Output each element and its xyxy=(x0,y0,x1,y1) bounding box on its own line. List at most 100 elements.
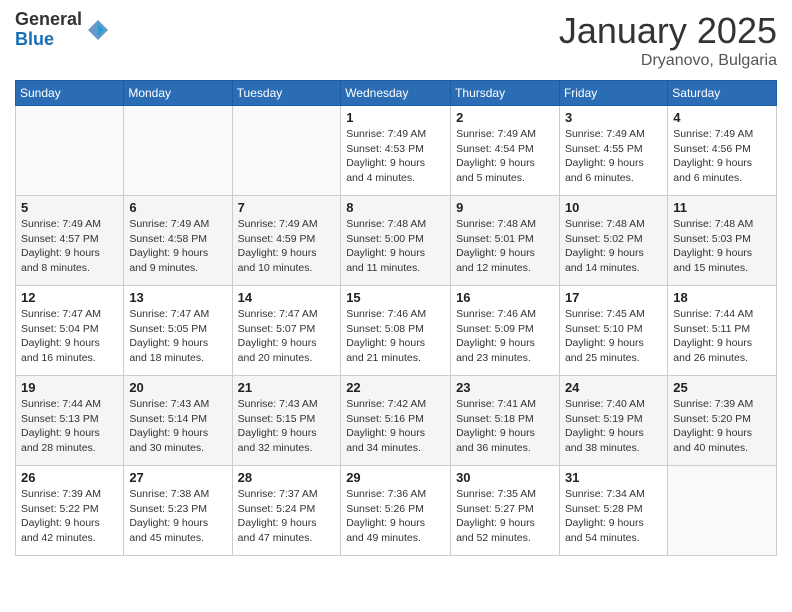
calendar-week-row: 19 Sunrise: 7:44 AMSunset: 5:13 PMDayligh… xyxy=(16,376,777,466)
day-number: 5 xyxy=(21,200,118,215)
day-info: Sunrise: 7:48 AMSunset: 5:01 PMDaylight:… xyxy=(456,217,554,276)
calendar-cell: 5 Sunrise: 7:49 AMSunset: 4:57 PMDaylight… xyxy=(16,196,124,286)
day-info: Sunrise: 7:39 AMSunset: 5:20 PMDaylight:… xyxy=(673,397,771,456)
calendar-cell: 31 Sunrise: 7:34 AMSunset: 5:28 PMDayligh… xyxy=(559,466,667,556)
calendar-cell: 30 Sunrise: 7:35 AMSunset: 5:27 PMDayligh… xyxy=(451,466,560,556)
day-info: Sunrise: 7:39 AMSunset: 5:22 PMDaylight:… xyxy=(21,487,118,546)
day-info: Sunrise: 7:49 AMSunset: 4:53 PMDaylight:… xyxy=(346,127,445,186)
day-info: Sunrise: 7:47 AMSunset: 5:07 PMDaylight:… xyxy=(238,307,336,366)
calendar-cell: 11Sunrise: 7:48 AMSunset: 5:03 PMDayligh… xyxy=(668,196,777,286)
calendar-cell: 12 Sunrise: 7:47 AMSunset: 5:04 PMDayligh… xyxy=(16,286,124,376)
day-info: Sunrise: 7:48 AMSunset: 5:02 PMDaylight:… xyxy=(565,217,662,276)
col-thursday: Thursday xyxy=(451,81,560,106)
calendar-cell: 26 Sunrise: 7:39 AMSunset: 5:22 PMDayligh… xyxy=(16,466,124,556)
day-info: Sunrise: 7:47 AMSunset: 5:04 PMDaylight:… xyxy=(21,307,118,366)
calendar-cell: 19 Sunrise: 7:44 AMSunset: 5:13 PMDayligh… xyxy=(16,376,124,466)
day-number: 16 xyxy=(456,290,554,305)
calendar-table: Sunday Monday Tuesday Wednesday Thursday… xyxy=(15,80,777,556)
day-number: 23 xyxy=(456,380,554,395)
calendar-cell: 18 Sunrise: 7:44 AMSunset: 5:11 PMDayligh… xyxy=(668,286,777,376)
calendar-cell: 21 Sunrise: 7:43 AMSunset: 5:15 PMDayligh… xyxy=(232,376,341,466)
main-container: General Blue January 2025 Dryanovo, Bulg… xyxy=(0,0,792,566)
day-number: 15 xyxy=(346,290,445,305)
calendar-cell: 27 Sunrise: 7:38 AMSunset: 5:23 PMDayligh… xyxy=(124,466,232,556)
day-info: Sunrise: 7:44 AMSunset: 5:11 PMDaylight:… xyxy=(673,307,771,366)
logo: General Blue xyxy=(15,10,112,50)
calendar-cell: 17Sunrise: 7:45 AMSunset: 5:10 PMDayligh… xyxy=(559,286,667,376)
calendar-cell: 15Sunrise: 7:46 AMSunset: 5:08 PMDayligh… xyxy=(341,286,451,376)
day-number: 21 xyxy=(238,380,336,395)
day-info: Sunrise: 7:49 AMSunset: 4:56 PMDaylight:… xyxy=(673,127,771,186)
calendar-cell xyxy=(16,106,124,196)
logo-icon xyxy=(84,16,112,44)
day-info: Sunrise: 7:46 AMSunset: 5:09 PMDaylight:… xyxy=(456,307,554,366)
day-info: Sunrise: 7:43 AMSunset: 5:14 PMDaylight:… xyxy=(129,397,226,456)
day-number: 26 xyxy=(21,470,118,485)
calendar-cell: 7 Sunrise: 7:49 AMSunset: 4:59 PMDaylight… xyxy=(232,196,341,286)
calendar-cell: 24Sunrise: 7:40 AMSunset: 5:19 PMDayligh… xyxy=(559,376,667,466)
day-number: 18 xyxy=(673,290,771,305)
day-info: Sunrise: 7:38 AMSunset: 5:23 PMDaylight:… xyxy=(129,487,226,546)
header: General Blue January 2025 Dryanovo, Bulg… xyxy=(15,10,777,70)
day-number: 27 xyxy=(129,470,226,485)
logo-general-text: General xyxy=(15,9,82,29)
day-number: 11 xyxy=(673,200,771,215)
col-tuesday: Tuesday xyxy=(232,81,341,106)
day-number: 29 xyxy=(346,470,445,485)
day-number: 19 xyxy=(21,380,118,395)
calendar-cell: 4 Sunrise: 7:49 AMSunset: 4:56 PMDaylight… xyxy=(668,106,777,196)
day-number: 25 xyxy=(673,380,771,395)
calendar-cell: 25 Sunrise: 7:39 AMSunset: 5:20 PMDayligh… xyxy=(668,376,777,466)
calendar-cell: 6Sunrise: 7:49 AMSunset: 4:58 PMDaylight… xyxy=(124,196,232,286)
day-info: Sunrise: 7:49 AMSunset: 4:59 PMDaylight:… xyxy=(238,217,336,276)
calendar-cell: 20 Sunrise: 7:43 AMSunset: 5:14 PMDayligh… xyxy=(124,376,232,466)
calendar-cell: 3Sunrise: 7:49 AMSunset: 4:55 PMDaylight… xyxy=(559,106,667,196)
day-info: Sunrise: 7:37 AMSunset: 5:24 PMDaylight:… xyxy=(238,487,336,546)
day-number: 12 xyxy=(21,290,118,305)
calendar-week-row: 1Sunrise: 7:49 AMSunset: 4:53 PMDaylight… xyxy=(16,106,777,196)
calendar-cell: 22 Sunrise: 7:42 AMSunset: 5:16 PMDayligh… xyxy=(341,376,451,466)
day-number: 30 xyxy=(456,470,554,485)
calendar-cell: 23Sunrise: 7:41 AMSunset: 5:18 PMDayligh… xyxy=(451,376,560,466)
title-block: January 2025 Dryanovo, Bulgaria xyxy=(559,10,777,70)
col-wednesday: Wednesday xyxy=(341,81,451,106)
day-info: Sunrise: 7:44 AMSunset: 5:13 PMDaylight:… xyxy=(21,397,118,456)
calendar-cell: 14 Sunrise: 7:47 AMSunset: 5:07 PMDayligh… xyxy=(232,286,341,376)
day-info: Sunrise: 7:49 AMSunset: 4:55 PMDaylight:… xyxy=(565,127,662,186)
calendar-cell: 16 Sunrise: 7:46 AMSunset: 5:09 PMDayligh… xyxy=(451,286,560,376)
day-info: Sunrise: 7:49 AMSunset: 4:57 PMDaylight:… xyxy=(21,217,118,276)
day-number: 7 xyxy=(238,200,336,215)
calendar-cell: 29 Sunrise: 7:36 AMSunset: 5:26 PMDayligh… xyxy=(341,466,451,556)
day-number: 22 xyxy=(346,380,445,395)
calendar-cell xyxy=(124,106,232,196)
day-number: 31 xyxy=(565,470,662,485)
day-info: Sunrise: 7:42 AMSunset: 5:16 PMDaylight:… xyxy=(346,397,445,456)
day-info: Sunrise: 7:49 AMSunset: 4:54 PMDaylight:… xyxy=(456,127,554,186)
day-number: 20 xyxy=(129,380,226,395)
day-info: Sunrise: 7:49 AMSunset: 4:58 PMDaylight:… xyxy=(129,217,226,276)
day-info: Sunrise: 7:34 AMSunset: 5:28 PMDaylight:… xyxy=(565,487,662,546)
day-info: Sunrise: 7:47 AMSunset: 5:05 PMDaylight:… xyxy=(129,307,226,366)
day-info: Sunrise: 7:43 AMSunset: 5:15 PMDaylight:… xyxy=(238,397,336,456)
calendar-week-row: 12 Sunrise: 7:47 AMSunset: 5:04 PMDayligh… xyxy=(16,286,777,376)
logo-blue-text: Blue xyxy=(15,29,54,49)
location: Dryanovo, Bulgaria xyxy=(559,52,777,70)
day-number: 28 xyxy=(238,470,336,485)
calendar-week-row: 26 Sunrise: 7:39 AMSunset: 5:22 PMDayligh… xyxy=(16,466,777,556)
day-number: 10 xyxy=(565,200,662,215)
calendar-cell: 2Sunrise: 7:49 AMSunset: 4:54 PMDaylight… xyxy=(451,106,560,196)
day-info: Sunrise: 7:35 AMSunset: 5:27 PMDaylight:… xyxy=(456,487,554,546)
col-saturday: Saturday xyxy=(668,81,777,106)
day-number: 9 xyxy=(456,200,554,215)
day-info: Sunrise: 7:36 AMSunset: 5:26 PMDaylight:… xyxy=(346,487,445,546)
calendar-cell: 9 Sunrise: 7:48 AMSunset: 5:01 PMDaylight… xyxy=(451,196,560,286)
col-monday: Monday xyxy=(124,81,232,106)
calendar-cell xyxy=(232,106,341,196)
day-number: 13 xyxy=(129,290,226,305)
col-friday: Friday xyxy=(559,81,667,106)
calendar-cell: 8Sunrise: 7:48 AMSunset: 5:00 PMDaylight… xyxy=(341,196,451,286)
day-info: Sunrise: 7:40 AMSunset: 5:19 PMDaylight:… xyxy=(565,397,662,456)
day-number: 14 xyxy=(238,290,336,305)
calendar-cell: 13 Sunrise: 7:47 AMSunset: 5:05 PMDayligh… xyxy=(124,286,232,376)
day-number: 4 xyxy=(673,110,771,125)
